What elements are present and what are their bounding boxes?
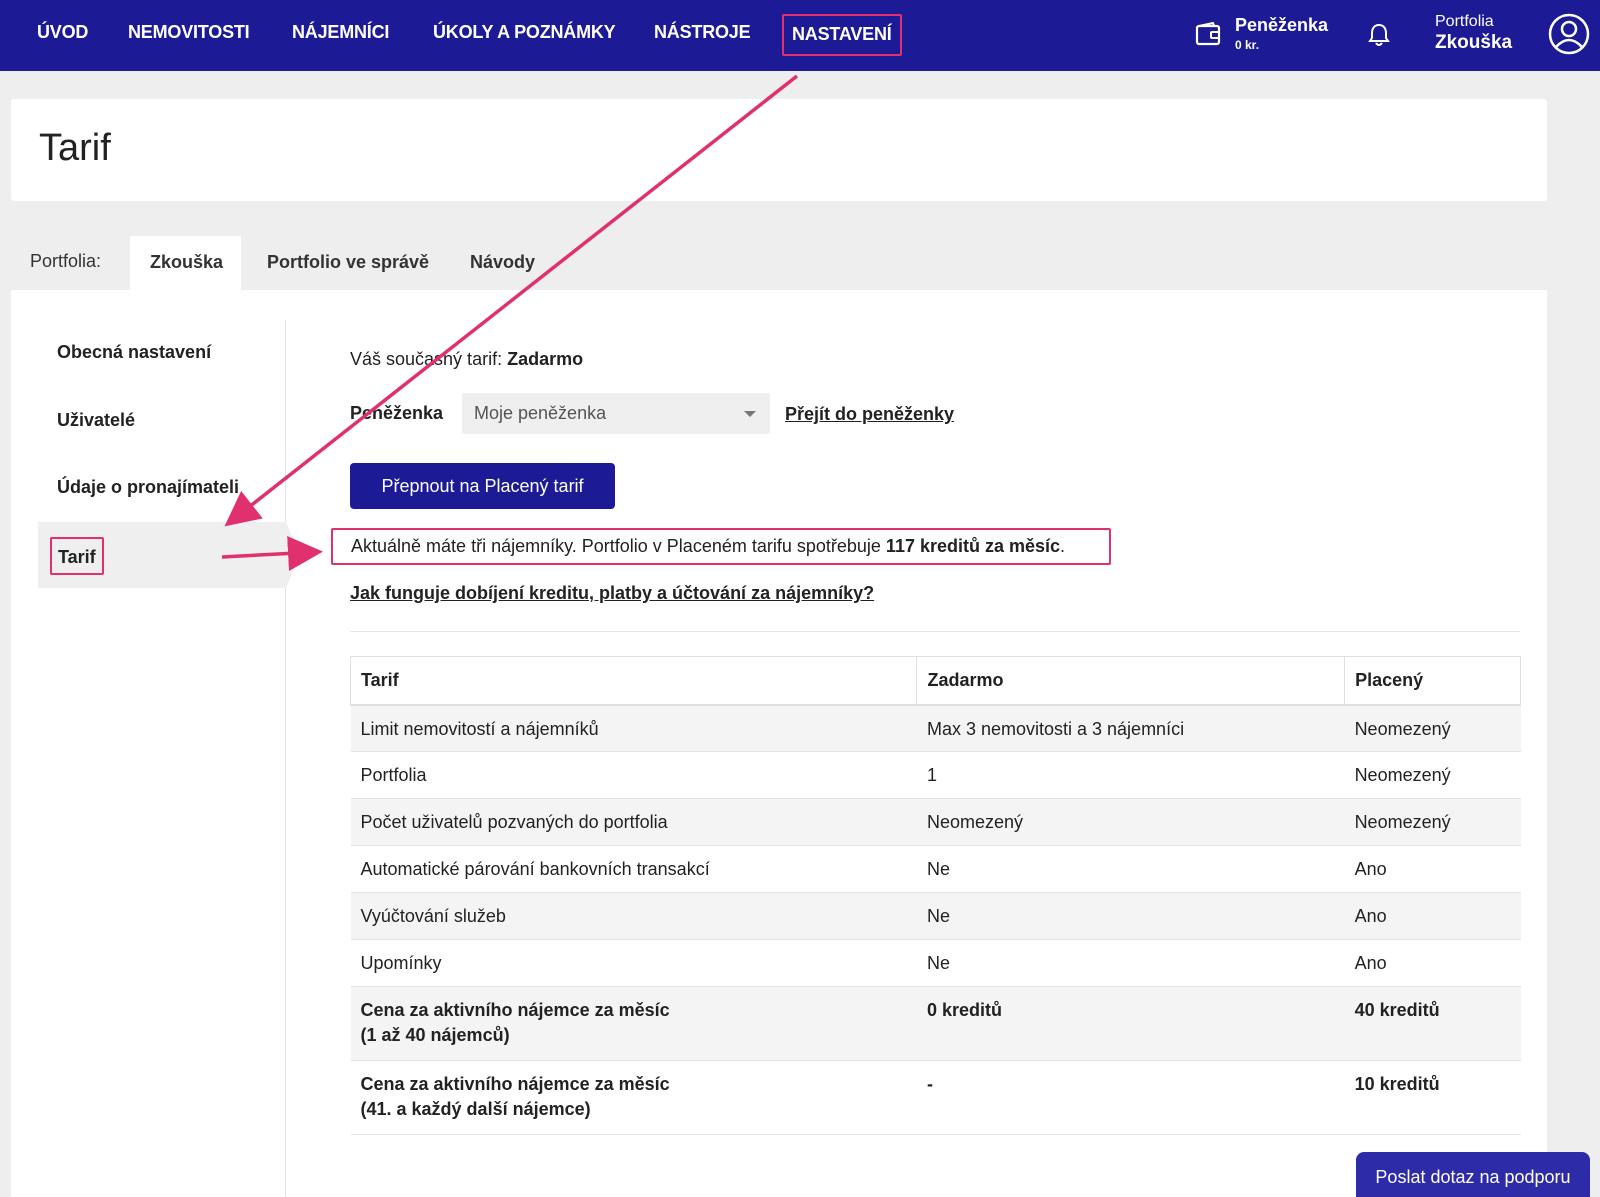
sidebar-item-udaje-o-pronajimateli[interactable]: Údaje o pronajímateli (57, 477, 239, 498)
nav-item-ukoly[interactable]: ÚKOLY A POZNÁMKY (433, 22, 616, 43)
table-row: Počet uživatelů pozvaných do portfolia N… (350, 798, 1521, 846)
table-cell: Ne (916, 939, 1345, 987)
table-cell: 0 kreditů (916, 986, 1345, 1061)
table-row: Portfolia 1 Neomezený (350, 751, 1521, 799)
table-cell: Ano (1344, 892, 1521, 940)
table-cell: Ne (916, 845, 1345, 893)
credits-info-bold: 117 kreditů za měsíc (885, 536, 1061, 556)
portfolio-value: Zkouška (1435, 32, 1513, 53)
wallet-amount: 0 kr. (1235, 38, 1260, 52)
price-label-line2: (1 až 40 nájemců) (360, 1025, 510, 1045)
table-cell: Neomezený (1344, 704, 1521, 752)
table-header-row: Tarif Zadarmo Placený (349, 656, 1521, 706)
wallet-title: Peněženka (1235, 15, 1329, 35)
credits-info-box: Aktuálně máte tři nájemníky. Portfolio v… (331, 528, 1111, 565)
table-cell: Neomezený (916, 798, 1345, 846)
table-cell: Neomezený (1344, 751, 1521, 799)
support-button[interactable]: Poslat dotaz na podporu (1356, 1152, 1590, 1197)
table-header: Tarif (349, 656, 918, 706)
portfolio-switcher[interactable]: Portfolia Zkouška (1435, 13, 1512, 54)
table-cell: 10 kreditů (1344, 1060, 1521, 1135)
price-label-line1: Cena za aktivního nájemce za měsíc (360, 1074, 670, 1094)
wallet-select-value: Moje peněženka (474, 403, 607, 423)
wallet-field-label: Peněženka (350, 403, 444, 423)
table-cell: Počet uživatelů pozvaných do portfolia (350, 798, 917, 846)
wallet-select[interactable]: Moje peněženka (462, 393, 770, 434)
price-label-line1: Cena za aktivního nájemce za měsíc (360, 1000, 670, 1020)
table-row: Automatické párování bankovních transakc… (350, 845, 1521, 893)
switch-plan-button[interactable]: Přepnout na Placený tarif (350, 463, 615, 509)
page-title: Tarif (39, 127, 111, 169)
table-cell: Vyúčtování služeb (350, 892, 917, 940)
table-row: Upomínky Ne Ano (350, 939, 1521, 987)
nav-item-najemnici[interactable]: NÁJEMNÍCI (292, 22, 389, 43)
nav-item-uvod[interactable]: ÚVOD (37, 22, 88, 43)
divider (350, 631, 1520, 632)
sidebar-item-uzivatele[interactable]: Uživatelé (57, 410, 135, 431)
table-cell: - (916, 1060, 1345, 1135)
table-row: Limit nemovitostí a nájemníků Max 3 nemo… (350, 704, 1521, 752)
table-row: Vyúčtování služeb Ne Ano (350, 892, 1521, 940)
tab-portfolio-ve-sprave[interactable]: Portfolio ve správě (247, 236, 449, 290)
nav-item-nemovitosti[interactable]: NEMOVITOSTI (128, 22, 250, 43)
nav-item-nastroje[interactable]: NÁSTROJE (654, 22, 751, 43)
table-cell: Portfolia (350, 751, 917, 799)
nav-item-nastaveni[interactable]: NASTAVENÍ (782, 14, 902, 56)
price-label-line2: (41. a každý další nájemce) (360, 1099, 591, 1119)
portfolio-label: Portfolia (1435, 13, 1494, 30)
current-plan-value: Zadarmo (507, 349, 584, 369)
table-cell: Ano (1344, 939, 1521, 987)
tab-navody[interactable]: Návody (450, 236, 555, 290)
tab-zkouska[interactable]: Zkouška (130, 236, 241, 290)
chevron-down-icon (744, 411, 756, 417)
sidebar-item-tarif[interactable]: Tarif (50, 537, 104, 575)
go-to-wallet-link[interactable]: Přejít do peněženky (785, 404, 954, 425)
top-navigation: ÚVOD NEMOVITOSTI NÁJEMNÍCI ÚKOLY A POZNÁ… (0, 0, 1600, 71)
credits-info-text: Aktuálně máte tři nájemníky. Portfolio v… (351, 536, 886, 556)
table-cell: Cena za aktivního nájemce za měsíc (1 až… (350, 986, 917, 1061)
table-header: Zadarmo (916, 656, 1346, 706)
sidebar-item-obecna-nastaveni[interactable]: Obecná nastavení (57, 342, 211, 363)
tabs-label: Portfolia: (30, 251, 102, 271)
wallet-icon (1195, 21, 1221, 51)
page-header-card: Tarif (11, 99, 1547, 201)
bell-icon[interactable] (1368, 23, 1390, 52)
table-cell: Cena za aktivního nájemce za měsíc (41. … (350, 1060, 917, 1135)
table-cell: 1 (916, 751, 1345, 799)
credits-info-end: . (1060, 536, 1066, 556)
help-link[interactable]: Jak funguje dobíjení kreditu, platby a ú… (350, 583, 874, 604)
table-cell: Upomínky (350, 939, 917, 987)
table-row-price: Cena za aktivního nájemce za měsíc (41. … (350, 1060, 1521, 1135)
current-plan-label: Váš současný tarif: (350, 349, 503, 369)
table-cell: Limit nemovitostí a nájemníků (350, 704, 917, 752)
table-cell: 40 kreditů (1344, 986, 1521, 1061)
table-cell: Neomezený (1344, 798, 1521, 846)
table-header: Placený (1344, 656, 1521, 706)
table-row-price: Cena za aktivního nájemce za měsíc (1 až… (350, 986, 1521, 1061)
table-cell: Ano (1344, 845, 1521, 893)
user-avatar-icon[interactable] (1548, 13, 1590, 60)
table-cell: Max 3 nemovitosti a 3 nájemníci (916, 704, 1345, 752)
table-cell: Ne (916, 892, 1345, 940)
plans-table: Tarif Zadarmo Placený Limit nemovitostí … (349, 656, 1521, 1135)
sidebar-divider (285, 320, 286, 1197)
current-plan: Váš současný tarif: Zadarmo (350, 349, 583, 370)
table-cell: Automatické párování bankovních transakc… (350, 845, 917, 893)
